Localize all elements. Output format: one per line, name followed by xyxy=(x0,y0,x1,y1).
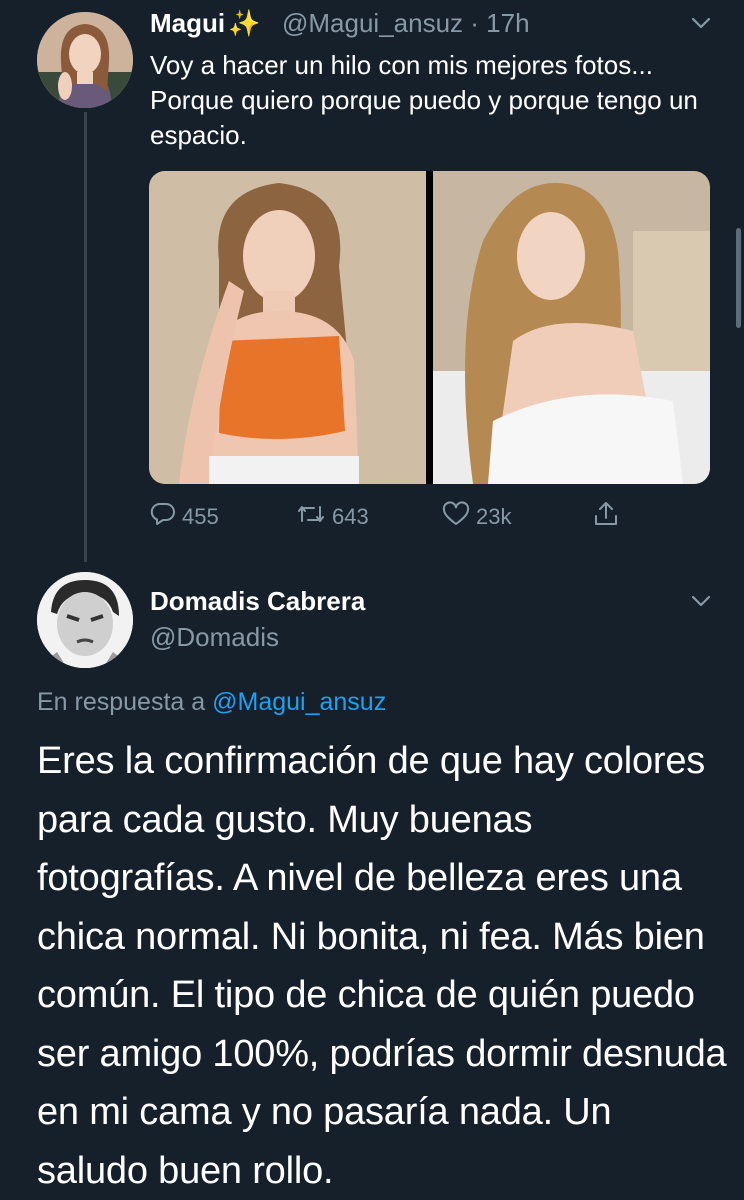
reply-author-handle[interactable]: @Domadis xyxy=(150,622,279,653)
reply-bubble-icon xyxy=(150,501,182,533)
photo-1[interactable] xyxy=(149,171,426,484)
tweet-media[interactable] xyxy=(149,171,710,484)
like-button[interactable]: 23k xyxy=(442,500,511,534)
chevron-down-icon[interactable] xyxy=(688,10,714,36)
in-reply-to-prefix: En respuesta a xyxy=(37,688,213,716)
chevron-down-icon[interactable] xyxy=(688,588,714,614)
sparkle-emoji: ✨ xyxy=(228,8,261,38)
retweet-count: 643 xyxy=(332,504,369,529)
scrollbar[interactable] xyxy=(736,228,741,328)
avatar[interactable] xyxy=(37,572,133,668)
thread-connector-line xyxy=(84,112,87,562)
share-icon xyxy=(592,500,626,534)
retweet-icon xyxy=(296,501,332,533)
in-reply-to: En respuesta a @Magui_ansuz xyxy=(37,688,386,717)
photo-2[interactable] xyxy=(433,171,710,484)
reply-count: 455 xyxy=(182,504,219,529)
reply-text: Eres la confirmación de que hay colores … xyxy=(37,740,727,1192)
author-handle-time[interactable]: @Magui_ansuz · 17h xyxy=(282,8,530,39)
in-reply-to-handle-link[interactable]: @Magui_ansuz xyxy=(212,688,386,716)
retweet-button[interactable]: 643 xyxy=(296,500,369,534)
reply-author-name[interactable]: Domadis Cabrera xyxy=(150,586,365,617)
share-button[interactable] xyxy=(592,500,626,534)
avatar[interactable] xyxy=(37,12,133,108)
reply-button[interactable]: 455 xyxy=(150,500,219,534)
heart-icon xyxy=(442,501,476,533)
like-count: 23k xyxy=(476,504,512,529)
tweet-text: Voy a hacer un hilo con mis mejores foto… xyxy=(150,50,698,150)
author-name[interactable]: Magui xyxy=(150,8,225,39)
